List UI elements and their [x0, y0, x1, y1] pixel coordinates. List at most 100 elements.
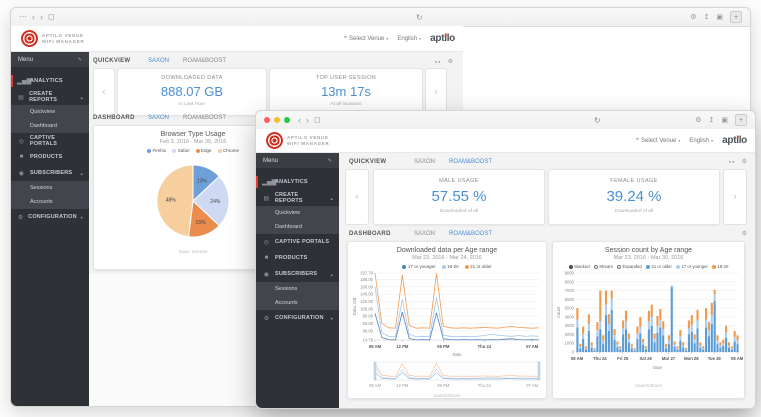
users-icon[interactable]: ●●	[435, 59, 442, 64]
svg-text:120.00: 120.00	[360, 299, 373, 304]
gear-icon[interactable]: ⚙	[742, 230, 747, 237]
legend-item[interactable]: Expanded	[617, 264, 642, 269]
legend-item[interactable]: Firefox	[147, 148, 166, 153]
legend-item[interactable]: Edge	[196, 148, 212, 153]
tab-saxon[interactable]: SAXON	[414, 231, 449, 237]
legend-item[interactable]: Chrome	[218, 148, 240, 153]
subscribers-submenu: SessionsAccounts	[11, 181, 89, 209]
kpi-card-downloaded-data: DOWNLOADED DATA 888.07 GB In Last Hour	[117, 68, 267, 116]
sidebar-item-analytics[interactable]: ▂▅▇ANALYTICS	[256, 174, 339, 190]
sidebar-item-create-reports[interactable]: ▤CREATE REPORTS▴	[256, 190, 339, 206]
sidebar-menu-header[interactable]: Menu✎	[256, 153, 339, 168]
aptilo-wordmark: aptilo	[722, 135, 747, 146]
refresh-icon[interactable]: ↻	[416, 13, 423, 22]
sidebar-subitem-accounts[interactable]: Accounts	[256, 296, 339, 310]
sidebar-item-subscribers[interactable]: ◉SUBSCRIBERS▴	[11, 165, 89, 181]
header-controls: ⌖ Select Venue ▾ English ▾ aptilo	[636, 135, 747, 146]
legend-dot	[218, 149, 222, 153]
gear-icon[interactable]: ⚙	[742, 158, 747, 165]
tab-saxon[interactable]: SAXON	[414, 159, 449, 165]
share-icon[interactable]: ↥	[704, 13, 710, 21]
sidebar-item-configuration[interactable]: ⚙CONFIGURATION▾	[11, 209, 89, 225]
sidebar-item-label: PRODUCTS	[275, 255, 307, 261]
tab-icon[interactable]: ◻	[314, 116, 321, 124]
legend-item[interactable]: Stream	[594, 264, 613, 269]
carousel-next-button[interactable]: ›	[425, 68, 447, 116]
back-icon[interactable]: ‹	[32, 13, 35, 22]
gear-icon[interactable]: ⚙	[448, 58, 453, 65]
svg-text:12 PM: 12 PM	[396, 383, 409, 388]
kpi-value: 57.55 %	[374, 188, 544, 205]
svg-text:140.00: 140.00	[360, 292, 373, 297]
tab-roamboost[interactable]: ROAM&BOOST	[449, 159, 492, 165]
legend-item[interactable]: 18-20	[442, 264, 459, 269]
sidebar-subitem-quickview[interactable]: Quickview	[11, 105, 89, 119]
tab-icon[interactable]: ◻	[48, 13, 55, 21]
copy-icon[interactable]: ▣	[716, 13, 723, 21]
overflow-icon[interactable]: ⋯	[19, 13, 27, 21]
legend-item[interactable]: 17 or younger	[676, 264, 708, 269]
venue-selector[interactable]: ⌖ Select Venue ▾	[636, 137, 681, 144]
tab-roamboost[interactable]: ROAM&BOOST	[183, 115, 226, 121]
language-selector[interactable]: English ▾	[397, 36, 421, 42]
new-tab-icon[interactable]: +	[730, 11, 742, 23]
tab-roamboost[interactable]: ROAM&BOOST	[449, 231, 492, 237]
svg-text:7000: 7000	[565, 288, 575, 293]
pin-icon[interactable]: ✎	[328, 158, 332, 164]
sidebar-item-label: CREATE REPORTS	[275, 192, 327, 204]
carousel-prev-button[interactable]: ‹	[345, 169, 369, 225]
sidebar-subitem-sessions[interactable]: Sessions	[11, 181, 89, 195]
legend-item[interactable]: 17 or younger	[402, 264, 435, 269]
tab-roamboost[interactable]: ROAM&BOOST	[183, 58, 226, 64]
minimize-window-button[interactable]	[274, 117, 280, 123]
sidebar-subitem-quickview[interactable]: Quickview	[256, 206, 339, 220]
tab-saxon[interactable]: SAXON	[148, 58, 183, 64]
sidebar-item-create-reports[interactable]: ▤CREATE REPORTS▴	[11, 89, 89, 105]
svg-text:2000: 2000	[565, 332, 575, 337]
sidebar-subitem-accounts[interactable]: Accounts	[11, 195, 89, 209]
legend-item[interactable]: 21 or older	[646, 264, 672, 269]
legend-label: Chrome	[223, 148, 239, 153]
users-icon[interactable]: ●●	[729, 159, 736, 164]
carousel-prev-button[interactable]: ‹	[93, 68, 115, 116]
svg-text:13%: 13%	[197, 178, 208, 184]
sidebar-item-products[interactable]: ■PRODUCTS	[11, 149, 89, 165]
refresh-icon[interactable]: ↻	[594, 116, 601, 125]
legend-item[interactable]: 18-20	[712, 264, 729, 269]
svg-text:40.00: 40.00	[363, 328, 374, 333]
venue-selector[interactable]: ⌖ Select Venue ▾	[344, 35, 389, 42]
settings-icon[interactable]: ⚙	[695, 116, 701, 124]
svg-text:Mon 28: Mon 28	[684, 356, 699, 361]
back-icon[interactable]: ‹	[298, 116, 301, 125]
close-window-button[interactable]	[264, 117, 270, 123]
settings-icon[interactable]: ⚙	[690, 13, 696, 21]
sidebar-item-products[interactable]: ■PRODUCTS	[256, 250, 339, 266]
sidebar-subitem-dashboard[interactable]: Dashboard	[256, 220, 339, 234]
sidebar-item-configuration[interactable]: ⚙CONFIGURATION▾	[256, 310, 339, 326]
copy-icon[interactable]: ▣	[721, 116, 728, 124]
sidebar-item-captive-portals[interactable]: ◎CAPTIVE PORTALS	[11, 133, 89, 149]
sidebar-item-label: CONFIGURATION	[28, 214, 77, 220]
legend-item[interactable]: 21 or older	[465, 264, 492, 269]
svg-text:8000: 8000	[565, 279, 575, 284]
new-tab-icon[interactable]: +	[735, 114, 747, 126]
sidebar-menu-header[interactable]: Menu✎	[11, 52, 89, 67]
tab-saxon[interactable]: SAXON	[148, 115, 183, 121]
sidebar-item-analytics[interactable]: ▂▅▇ANALYTICS	[11, 73, 89, 89]
share-icon[interactable]: ↥	[709, 116, 715, 124]
sidebar-subitem-sessions[interactable]: Sessions	[256, 282, 339, 296]
sidebar-item-captive-portals[interactable]: ◎CAPTIVE PORTALS	[256, 234, 339, 250]
legend-dot	[196, 149, 200, 153]
sidebar-subitem-dashboard[interactable]: Dashboard	[11, 119, 89, 133]
legend-item[interactable]: Stacked	[569, 264, 590, 269]
pin-icon[interactable]: ✎	[78, 57, 82, 63]
forward-icon[interactable]: ›	[306, 116, 309, 125]
carousel-next-button[interactable]: ›	[723, 169, 747, 225]
downloaded-data-per-age-card: Downloaded data per Age range Mar 23, 20…	[347, 241, 547, 399]
language-selector[interactable]: English ▾	[689, 138, 713, 144]
sidebar-item-subscribers[interactable]: ◉SUBSCRIBERS▴	[256, 266, 339, 282]
zoom-window-button[interactable]	[284, 117, 290, 123]
kpi-subtitle: In Last Hour	[118, 102, 266, 107]
forward-icon[interactable]: ›	[40, 13, 43, 22]
legend-item[interactable]: Safari	[172, 148, 189, 153]
